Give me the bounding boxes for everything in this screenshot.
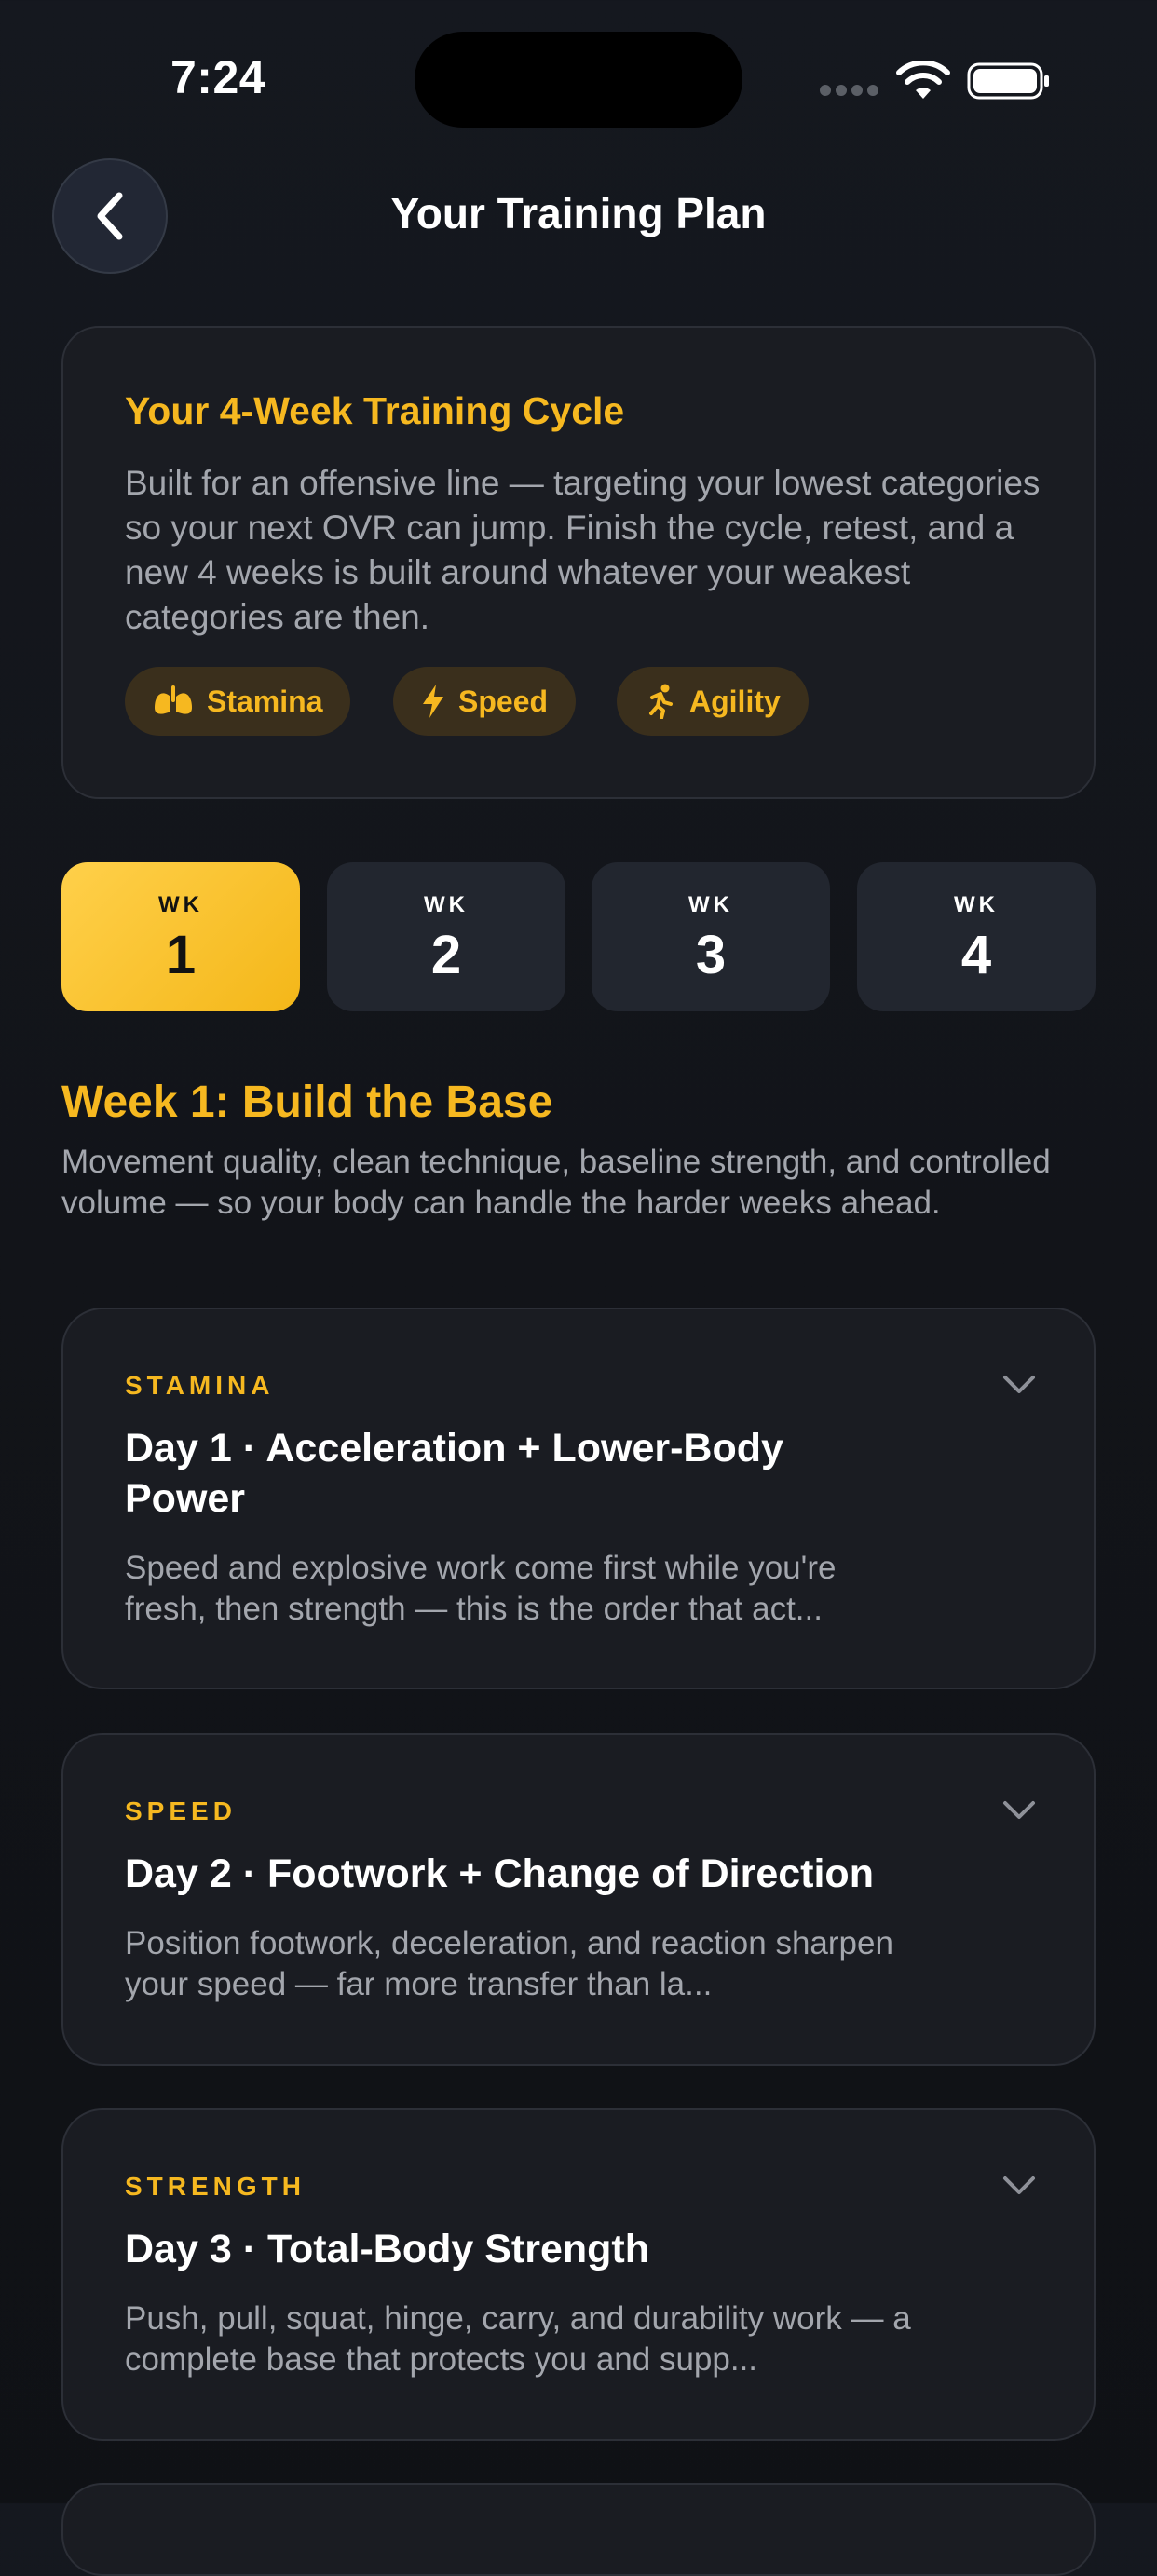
tag-label: Speed [458,684,549,718]
chevron-down-icon[interactable] [1002,1800,1036,1821]
week-tab-prefix: WK [688,892,733,917]
week-tab-2[interactable]: WK 2 [327,862,565,1011]
day-card[interactable]: SPEED Day 2 · Footwork + Change of Direc… [61,1733,1096,2066]
week-tab-1[interactable]: WK 1 [61,862,300,1011]
wifi-icon [896,61,950,99]
week-heading: Week 1: Build the Base [61,1078,553,1127]
day-title: Day 3 · Total-Body Strength [125,2227,650,2271]
cellular-signal-icon [820,85,879,98]
cycle-summary-card: Your 4-Week Training Cycle Built for an … [61,326,1096,799]
week-tab-number: 4 [960,925,992,985]
tag-label: Stamina [207,684,323,718]
tag-stamina: Stamina [125,667,351,736]
week-tab-number: 1 [165,925,197,985]
day-card[interactable]: STAMINA Day 1 · Acceleration + Lower-Bod… [61,1308,1096,1689]
tag-speed: Speed [393,667,577,736]
cycle-title: Your 4-Week Training Cycle [125,389,625,432]
week-description: Movement quality, clean technique, basel… [61,1144,1051,1221]
day-category: SPEED [125,1796,237,1825]
day-summary: Position footwork, deceleration, and rea… [125,1925,893,2002]
dynamic-island [415,32,742,128]
bolt-icon [423,685,443,718]
day-category: STAMINA [125,1371,275,1400]
day-card[interactable] [61,2483,1096,2576]
tag-agility: Agility [617,667,809,736]
week-tab-number: 3 [695,925,727,985]
day-title: Day 1 · Acceleration + Lower-Body Power [125,1426,783,1521]
page-title: Your Training Plan [390,189,767,237]
week-tab-prefix: WK [158,892,203,917]
tag-label: Agility [689,684,781,718]
runner-icon [649,684,673,719]
week-tab-4[interactable]: WK 4 [857,862,1096,1011]
week-tab-number: 2 [430,925,462,985]
day-card[interactable]: STRENGTH Day 3 · Total-Body Strength Pus… [61,2108,1096,2441]
chevron-down-icon[interactable] [1002,2176,1036,2196]
status-bar: 7:24 [0,0,1157,149]
status-time: 7:24 [170,51,266,103]
week-tab-prefix: WK [424,892,469,917]
chevron-down-icon[interactable] [1002,1375,1036,1395]
day-summary: Push, pull, squat, hinge, carry, and dur… [125,2300,911,2378]
battery-icon [967,62,1049,100]
day-summary: Speed and explosive work come first whil… [125,1550,837,1627]
week-tab-prefix: WK [954,892,999,917]
week-tab-3[interactable]: WK 3 [592,862,830,1011]
day-title: Day 2 · Footwork + Change of Direction [125,1851,874,1896]
day-category: STRENGTH [125,2172,306,2201]
cycle-description: Built for an offensive line — targeting … [125,464,1041,636]
lungs-icon [155,685,192,714]
